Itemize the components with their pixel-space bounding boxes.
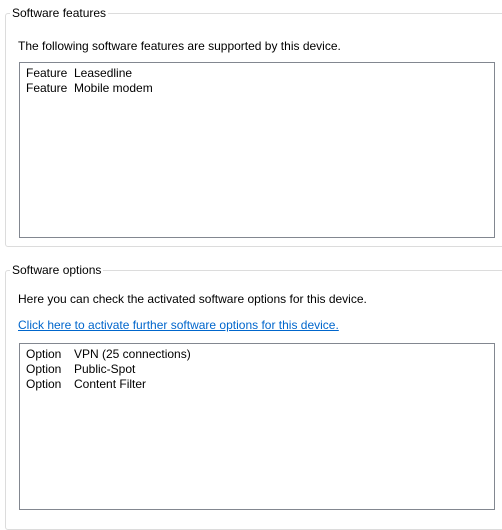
option-name-label: Public-Spot [74,362,136,376]
option-kind-label: Option [26,377,62,391]
option-kind-label: Option [26,362,62,376]
software-options-description: Here you can check the activated softwar… [18,292,367,306]
feature-kind-label: Feature [26,81,68,95]
software-options-list[interactable]: Option VPN (25 connections) Option Publi… [19,343,495,510]
software-options-title: Software options [10,263,104,277]
feature-name-label: Leasedline [74,66,133,80]
feature-kind-label: Feature [26,66,68,80]
software-features-list[interactable]: Feature Leasedline Feature Mobile modem [19,62,495,238]
list-item[interactable]: Feature Mobile modem [20,81,494,96]
list-item[interactable]: Feature Leasedline [20,66,494,81]
software-features-group: Software features The following software… [5,6,502,247]
list-item[interactable]: Option Public-Spot [20,362,494,377]
software-options-group: Software options Here you can check the … [5,263,502,530]
software-features-description: The following software features are supp… [18,39,341,53]
software-features-title: Software features [10,6,109,20]
option-kind-label: Option [26,347,62,361]
list-item[interactable]: Option VPN (25 connections) [20,347,494,362]
option-name-label: VPN (25 connections) [74,347,191,361]
option-name-label: Content Filter [74,377,147,391]
feature-name-label: Mobile modem [74,81,153,95]
list-item[interactable]: Option Content Filter [20,377,494,392]
activate-options-link[interactable]: Click here to activate further software … [18,318,339,333]
